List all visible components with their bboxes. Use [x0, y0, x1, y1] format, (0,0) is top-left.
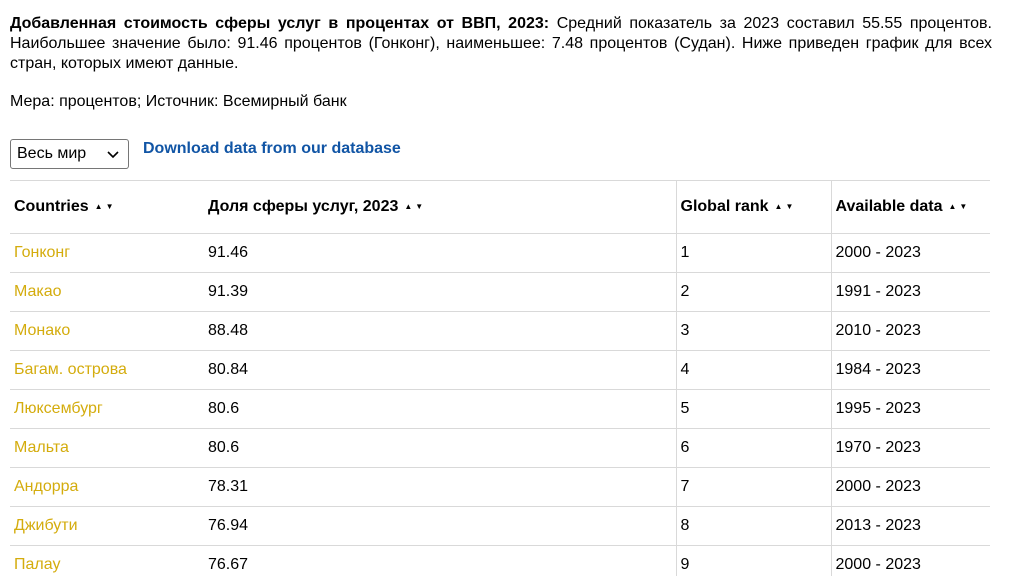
table-row: Гонконг 91.46 1 2000 - 2023: [10, 233, 990, 273]
country-link[interactable]: Джибути: [10, 506, 204, 546]
table-header-row: Countries ▲▼ Доля сферы услуг, 2023 ▲▼ Glo…: [10, 180, 990, 234]
country-link[interactable]: Андорра: [10, 467, 204, 507]
measure-source: Мера: процентов; Источник: Всемирный бан…: [10, 93, 347, 110]
available-data-cell: 2000 - 2023: [830, 467, 990, 507]
value-cell: 80.84: [204, 350, 676, 390]
value-cell: 88.48: [204, 311, 676, 351]
table-row: Монако 88.48 3 2010 - 2023: [10, 311, 990, 351]
rank-cell: 3: [675, 311, 831, 351]
rank-cell: 9: [675, 545, 831, 576]
available-data-cell: 2000 - 2023: [830, 545, 990, 576]
country-link[interactable]: Палау: [10, 545, 204, 576]
column-header-label: Available data: [835, 198, 943, 215]
rank-cell: 5: [675, 389, 831, 429]
value-cell: 80.6: [204, 389, 676, 429]
available-data-cell: 1984 - 2023: [830, 350, 990, 390]
value-cell: 91.39: [204, 272, 676, 312]
rank-cell: 7: [675, 467, 831, 507]
download-data-link[interactable]: Download data from our database: [143, 139, 401, 159]
countries-table: Countries ▲▼ Доля сферы услуг, 2023 ▲▼ Glo…: [10, 180, 990, 576]
value-cell: 76.67: [204, 545, 676, 576]
sort-arrows-icon[interactable]: ▲▼: [95, 202, 117, 211]
available-data-cell: 1970 - 2023: [830, 428, 990, 468]
available-data-cell: 2000 - 2023: [830, 233, 990, 273]
sort-arrows-icon[interactable]: ▲▼: [949, 202, 971, 211]
value-cell: 91.46: [204, 233, 676, 273]
column-header-value[interactable]: Доля сферы услуг, 2023 ▲▼: [204, 180, 676, 234]
intro-title: Добавленная стоимость сферы услуг в проц…: [10, 15, 550, 32]
column-header-countries[interactable]: Countries ▲▼: [10, 180, 204, 234]
rank-cell: 2: [675, 272, 831, 312]
page: Добавленная стоимость сферы услуг в проц…: [0, 0, 1024, 576]
sort-arrows-icon[interactable]: ▲▼: [404, 202, 426, 211]
table-row: Макао 91.39 2 1991 - 2023: [10, 272, 990, 312]
country-link[interactable]: Макао: [10, 272, 204, 312]
table-row: Джибути 76.94 8 2013 - 2023: [10, 506, 990, 546]
column-header-label: Countries: [14, 198, 89, 215]
country-link[interactable]: Люксембург: [10, 389, 204, 429]
table-row: Палау 76.67 9 2000 - 2023: [10, 545, 990, 576]
table-row: Люксембург 80.6 5 1995 - 2023: [10, 389, 990, 429]
country-link[interactable]: Мальта: [10, 428, 204, 468]
available-data-cell: 2010 - 2023: [830, 311, 990, 351]
region-select[interactable]: Весь мир: [10, 139, 129, 169]
value-cell: 78.31: [204, 467, 676, 507]
intro-paragraph: Добавленная стоимость сферы услуг в проц…: [10, 14, 992, 74]
table-row: Андорра 78.31 7 2000 - 2023: [10, 467, 990, 507]
table-row: Багам. острова 80.84 4 1984 - 2023: [10, 350, 990, 390]
sort-arrows-icon[interactable]: ▲▼: [775, 202, 797, 211]
chevron-down-icon: [107, 151, 119, 159]
rank-cell: 8: [675, 506, 831, 546]
rank-cell: 4: [675, 350, 831, 390]
column-header-available[interactable]: Available data ▲▼: [830, 180, 990, 234]
column-header-label: Global rank: [680, 198, 769, 215]
rank-cell: 6: [675, 428, 831, 468]
value-cell: 80.6: [204, 428, 676, 468]
rank-cell: 1: [675, 233, 831, 273]
value-cell: 76.94: [204, 506, 676, 546]
available-data-cell: 1995 - 2023: [830, 389, 990, 429]
country-link[interactable]: Гонконг: [10, 233, 204, 273]
country-link[interactable]: Монако: [10, 311, 204, 351]
region-select-value: Весь мир: [17, 145, 87, 162]
column-header-rank[interactable]: Global rank ▲▼: [675, 180, 831, 234]
country-link[interactable]: Багам. острова: [10, 350, 204, 390]
available-data-cell: 2013 - 2023: [830, 506, 990, 546]
table-row: Мальта 80.6 6 1970 - 2023: [10, 428, 990, 468]
column-header-label: Доля сферы услуг, 2023: [208, 198, 399, 215]
available-data-cell: 1991 - 2023: [830, 272, 990, 312]
